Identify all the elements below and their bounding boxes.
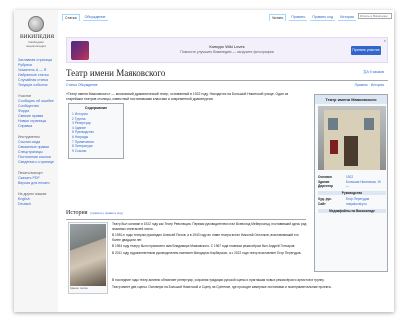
section-divider	[66, 219, 306, 220]
infobox-value[interactable]: mayakovsky.ru	[346, 202, 386, 207]
tab-history[interactable]: История	[338, 14, 356, 21]
sidebar-link[interactable]: Версия для печати	[18, 181, 56, 186]
subnav-talk[interactable]: Обсуждение	[78, 83, 98, 87]
namespace-tabs: Статья Обсуждение	[62, 14, 108, 21]
sidebar-section-heading: На других языках	[18, 192, 47, 196]
section-heading: История [править | править код]	[66, 210, 123, 216]
paragraph: Театр был основан в 1922 году как Театр …	[112, 222, 307, 231]
article-subnav: Статья Обсуждение	[66, 83, 98, 87]
banner-button[interactable]: Принять участие	[351, 46, 381, 55]
tab-edit[interactable]: Править	[289, 14, 308, 21]
sidebar-section: Инструменты Ссылки сюда Связанные правки Сп…	[18, 135, 56, 165]
history-photo	[70, 224, 106, 286]
browser-page: ВИКИПЕДИЯ Свободная энциклопедия Заглавн…	[14, 10, 394, 312]
history-body-wide: В последние годы театр активно обновляет…	[112, 278, 388, 291]
section-heading-text: История	[66, 210, 88, 216]
tab-article[interactable]: Статья	[62, 14, 80, 21]
paragraph: В последние годы театр активно обновляет…	[112, 278, 325, 282]
tab-talk[interactable]: Обсуждение	[82, 14, 108, 21]
left-sidebar: ВИКИПЕДИЯ Свободная энциклопедия Заглавн…	[14, 10, 58, 312]
sidebar-section: На других языках English Deutsch	[18, 192, 56, 207]
wikipedia-logo[interactable]: ВИКИПЕДИЯ Свободная энциклопедия	[20, 16, 54, 50]
logo-tagline: Свободная энциклопедия	[26, 40, 46, 48]
paragraph: Театр имеет две сцены: Основную на Больш…	[112, 284, 332, 289]
sidebar-section-heading: Печать/экспорт	[18, 171, 43, 175]
sidebar-link[interactable]: Справка	[18, 124, 56, 129]
tools-links[interactable]: Править · История	[355, 83, 384, 87]
puzzle-globe-icon	[28, 16, 44, 32]
infobox-title: Театр имени Маяковского	[315, 95, 387, 104]
page-title: Театр имени Маяковского	[66, 68, 166, 78]
section-edit-link[interactable]: [править | править код]	[91, 211, 123, 215]
tab-read[interactable]: Читать	[268, 14, 287, 21]
infobox: Театр имени Маяковского Основан 1922 Здан…	[314, 94, 388, 272]
sidebar-link[interactable]: Deutsch	[18, 202, 56, 207]
commons-link[interactable]: Медиафайлы на Викискладе	[318, 208, 386, 214]
infobox-value[interactable]: —	[346, 184, 386, 189]
toc-item[interactable]: 9 Ссылки	[72, 149, 120, 154]
banner-text: Помогите улучшить Википедию — загрузите …	[180, 50, 274, 54]
infobox-key: Сайт	[318, 201, 326, 206]
paragraph: В 2011 году художественным руководителем…	[112, 250, 302, 255]
paragraph: В 1930-е годы театром руководил Алексей …	[112, 233, 299, 242]
title-divider	[66, 80, 388, 81]
sidebar-link[interactable]: Текущие события	[18, 83, 56, 88]
history-body: Театр был основан в 1922 году как Театр …	[112, 222, 308, 258]
language-button[interactable]: 文A 9 языков	[363, 70, 384, 75]
infobox-key: Директор	[318, 184, 333, 189]
banner-poster	[330, 140, 338, 154]
toc-title: Содержание	[84, 106, 108, 110]
sidebar-section: Заглавная страница Рубрики Указатель А — Я…	[18, 58, 56, 88]
window	[328, 118, 338, 130]
theatre-photo[interactable]	[318, 106, 386, 170]
banner-title: Конкурс Wiki Loves	[209, 44, 245, 49]
table-of-contents: Содержание 1 История 2 Труппа 3 Репертуар 4…	[68, 103, 124, 159]
history-thumbnail[interactable]: Здание театра	[68, 222, 108, 294]
view-tabs: Читать Править Править код История	[268, 14, 356, 21]
intro-paragraph: «Театр имени Маяковского» — московский д…	[66, 92, 289, 101]
sidebar-section-heading: Участие	[18, 94, 32, 98]
sidebar-nav: Заглавная страница Рубрики Указатель А — Я…	[18, 58, 56, 213]
subnav-article[interactable]: Статья	[66, 83, 77, 87]
top-bar: Статья Обсуждение Читать Править Править…	[58, 10, 394, 22]
sidebar-link[interactable]: Сведения о странице	[18, 160, 56, 165]
thumbnail-caption: Здание театра	[70, 287, 88, 290]
entrance-door	[344, 136, 358, 166]
tab-edit-source[interactable]: Править код	[310, 14, 336, 21]
infobox-rows: Основан 1922 Здание Большая Никитская, 19 …	[318, 175, 386, 215]
paragraph: В 1954 году театру было присвоено имя Вл…	[112, 244, 296, 249]
sidebar-section-heading: Инструменты	[18, 135, 40, 139]
window	[364, 118, 374, 130]
search-input[interactable]: Искать в Википедии	[358, 13, 392, 19]
infobox-section-header: Руководство	[318, 190, 386, 196]
campaign-banner: Конкурс Wiki Loves Помогите улучшить Вик…	[66, 37, 388, 63]
sidebar-section: Участие Сообщить об ошибке Сообщество Форум…	[18, 94, 56, 129]
close-icon[interactable]: ×	[384, 38, 386, 43]
sidebar-section: Печать/экспорт Скачать PDF Версия для печа…	[18, 171, 56, 186]
